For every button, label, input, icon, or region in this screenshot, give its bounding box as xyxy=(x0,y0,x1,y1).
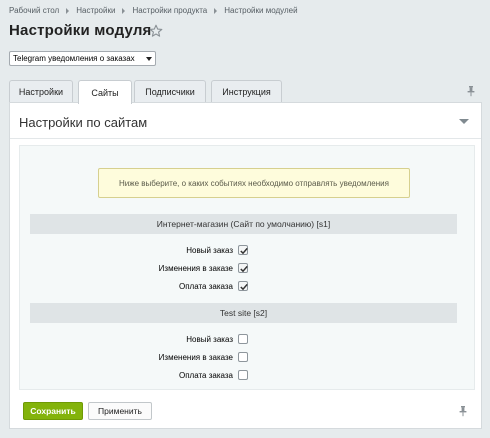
pin-icon[interactable] xyxy=(466,85,476,97)
checkmark-icon xyxy=(240,247,248,255)
breadcrumb-separator-icon xyxy=(122,7,126,14)
info-note: Ниже выберите, о каких событиях необходи… xyxy=(98,168,410,198)
panel-title: Настройки по сайтам xyxy=(19,115,148,130)
order-change-checkbox[interactable] xyxy=(238,352,248,362)
page-title: Настройки модуля xyxy=(9,22,152,39)
order-payment-checkbox[interactable] xyxy=(238,370,248,380)
save-button[interactable]: Сохранить xyxy=(23,402,83,420)
sites-settings-box: Ниже выберите, о каких событиях необходи… xyxy=(19,145,475,390)
tab-instructions[interactable]: Инструкция xyxy=(211,80,282,102)
new-order-checkbox[interactable] xyxy=(238,334,248,344)
field-row: Изменения в заказе xyxy=(30,352,457,364)
checkmark-icon xyxy=(240,265,248,273)
field-label: Оплата заказа xyxy=(178,282,233,291)
chevron-down-icon xyxy=(146,56,152,61)
collapse-icon[interactable] xyxy=(459,119,469,124)
order-change-checkbox[interactable] xyxy=(238,263,248,273)
field-row: Новый заказ xyxy=(30,334,457,346)
tab-label: Настройки xyxy=(18,86,64,97)
star-icon[interactable] xyxy=(149,24,163,38)
module-select-value: Telegram уведомления о заказах xyxy=(13,54,135,63)
tab-label: Подписчики xyxy=(145,86,195,97)
tab-subscribers[interactable]: Подписчики xyxy=(134,80,206,102)
breadcrumb-item-settings[interactable]: Настройки xyxy=(76,6,115,15)
panel-header: Настройки по сайтам xyxy=(10,103,481,139)
panel-footer: Сохранить Применить xyxy=(10,393,481,429)
field-row: Оплата заказа xyxy=(30,281,457,293)
site-section-header: Интернет-магазин (Сайт по умолчанию) [s1… xyxy=(30,214,457,234)
tab-label: Сайты xyxy=(91,87,119,98)
field-row: Изменения в заказе xyxy=(30,263,457,275)
settings-panel: Настройки по сайтам Ниже выберите, о как… xyxy=(9,102,482,429)
field-label: Изменения в заказе xyxy=(158,353,233,362)
breadcrumb-item-module-settings[interactable]: Настройки модулей xyxy=(224,6,297,15)
checkmark-icon xyxy=(240,283,248,291)
field-row: Оплата заказа xyxy=(30,370,457,382)
tab-label: Инструкция xyxy=(222,86,271,97)
field-label: Новый заказ xyxy=(186,246,233,255)
breadcrumb-item-desktop[interactable]: Рабочий стол xyxy=(9,6,59,15)
tab-sites[interactable]: Сайты xyxy=(78,80,132,104)
site-section-header: Test site [s2] xyxy=(30,303,457,323)
field-label: Изменения в заказе xyxy=(158,264,233,273)
breadcrumb: Рабочий стол Настройки Настройки продукт… xyxy=(9,6,298,15)
order-payment-checkbox[interactable] xyxy=(238,281,248,291)
field-label: Оплата заказа xyxy=(178,371,233,380)
field-label: Новый заказ xyxy=(186,335,233,344)
breadcrumb-item-product-settings[interactable]: Настройки продукта xyxy=(132,6,207,15)
breadcrumb-separator-icon xyxy=(66,7,70,14)
tab-settings[interactable]: Настройки xyxy=(9,80,73,102)
apply-button[interactable]: Применить xyxy=(88,402,152,420)
pin-icon[interactable] xyxy=(458,405,468,417)
breadcrumb-separator-icon xyxy=(214,7,218,14)
module-select[interactable]: Telegram уведомления о заказах xyxy=(9,51,156,66)
new-order-checkbox[interactable] xyxy=(238,245,248,255)
field-row: Новый заказ xyxy=(30,245,457,257)
